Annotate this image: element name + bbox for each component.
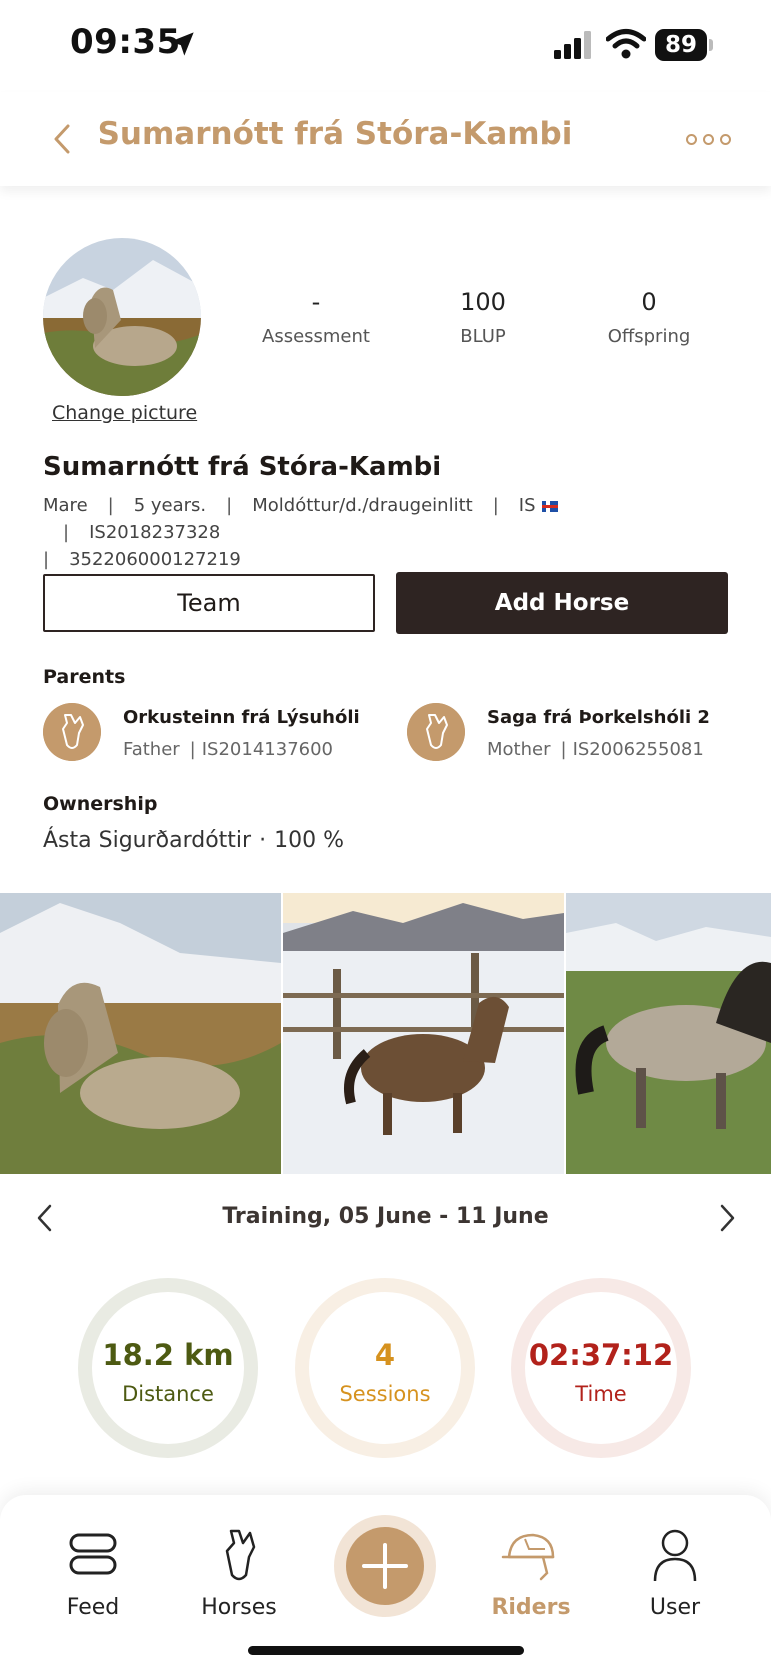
distance-label: Distance bbox=[122, 1382, 214, 1406]
horse-head-icon bbox=[407, 703, 465, 761]
horse-age: 5 years. bbox=[133, 495, 207, 516]
riding-helmet-icon bbox=[501, 1533, 555, 1581]
stat-value: 100 bbox=[460, 288, 506, 316]
stat-label: BLUP bbox=[460, 326, 506, 347]
tab-riders[interactable]: Riders bbox=[476, 1525, 586, 1625]
horse-details: Mare | 5 years. | Moldóttur/d./draugeinlitt |… bbox=[43, 492, 733, 573]
horse-head-icon bbox=[43, 703, 101, 761]
horse-head-icon bbox=[225, 1529, 256, 1581]
add-button-core bbox=[346, 1527, 424, 1605]
separator: | bbox=[189, 739, 196, 760]
tab-horses[interactable]: Horses bbox=[184, 1525, 294, 1625]
add-horse-button[interactable]: Add Horse bbox=[396, 572, 728, 634]
mother-role: Mother bbox=[487, 739, 551, 760]
ownership-entry: Ásta Sigurðardóttir · 100 % bbox=[43, 828, 344, 853]
stat-label: Assessment bbox=[262, 326, 370, 347]
horse-country: IS bbox=[518, 495, 536, 516]
distance-value: 18.2 km bbox=[102, 1338, 234, 1372]
separator: | bbox=[43, 549, 50, 570]
time-ring: 02:37:12 Time bbox=[511, 1278, 691, 1458]
horse-microchip: 352206000127219 bbox=[69, 549, 241, 570]
horse-avatar[interactable] bbox=[43, 238, 201, 396]
photo-gallery[interactable] bbox=[0, 893, 771, 1174]
add-button[interactable] bbox=[334, 1515, 436, 1617]
stat-assessment: - Assessment bbox=[236, 288, 396, 347]
bottom-tab-bar: Feed Horses Riders User bbox=[0, 1495, 771, 1667]
status-bar: 09:35 89 bbox=[0, 0, 771, 92]
father-role: Father bbox=[123, 739, 180, 760]
horse-avatar-image bbox=[43, 238, 201, 396]
more-dot-icon bbox=[686, 134, 697, 145]
tab-user[interactable]: User bbox=[620, 1525, 730, 1625]
status-time: 09:35 bbox=[70, 22, 181, 62]
ownership-heading: Ownership bbox=[43, 793, 158, 815]
tab-label: Feed bbox=[66, 1595, 120, 1620]
separator: | bbox=[492, 495, 499, 516]
location-arrow-icon bbox=[170, 32, 194, 56]
parents-heading: Parents bbox=[43, 666, 126, 688]
battery-nub bbox=[709, 39, 713, 51]
next-week-chevron-icon[interactable] bbox=[712, 1200, 742, 1236]
stat-offspring: 0 Offspring bbox=[569, 288, 729, 347]
iceland-flag-icon bbox=[541, 500, 558, 512]
cellular-signal-icon bbox=[554, 31, 591, 59]
tab-label: Horses bbox=[201, 1595, 277, 1620]
sessions-ring: 4 Sessions bbox=[295, 1278, 475, 1458]
horse-sex: Mare bbox=[43, 495, 88, 516]
battery-indicator: 89 bbox=[655, 29, 713, 61]
horse-color: Moldóttur/d./draugeinlitt bbox=[252, 495, 473, 516]
gallery-photo-image bbox=[283, 893, 564, 1174]
battery-level: 89 bbox=[655, 29, 707, 61]
horse-feif-id: IS2018237328 bbox=[89, 522, 221, 543]
more-options-button[interactable] bbox=[680, 122, 736, 156]
plus-icon bbox=[362, 1543, 408, 1589]
mother-id: IS2006255081 bbox=[572, 739, 704, 760]
owner-share: 100 % bbox=[274, 828, 344, 853]
sessions-label: Sessions bbox=[339, 1382, 431, 1406]
user-icon bbox=[653, 1529, 697, 1582]
separator: | bbox=[226, 495, 233, 516]
father-details: Father | IS2014137600 bbox=[123, 739, 333, 760]
distance-ring: 18.2 km Distance bbox=[78, 1278, 258, 1458]
gallery-photo[interactable] bbox=[283, 893, 564, 1174]
tab-feed[interactable]: Feed bbox=[38, 1525, 148, 1625]
time-value: 02:37:12 bbox=[528, 1338, 674, 1372]
more-dot-icon bbox=[703, 134, 714, 145]
sessions-value: 4 bbox=[374, 1338, 396, 1372]
stat-value: - bbox=[311, 288, 321, 316]
father-id: IS2014137600 bbox=[201, 739, 334, 760]
owner-name: Ásta Sigurðardóttir bbox=[43, 828, 252, 853]
gallery-photo[interactable] bbox=[566, 893, 771, 1174]
more-dot-icon bbox=[720, 134, 731, 145]
horse-name: Sumarnótt frá Stóra-Kambi bbox=[43, 452, 442, 482]
gallery-photo[interactable] bbox=[0, 893, 281, 1174]
stat-label: Offspring bbox=[607, 326, 691, 347]
change-picture-link[interactable]: Change picture bbox=[52, 402, 197, 424]
father-name: Orkusteinn frá Lýsuhóli bbox=[123, 707, 360, 728]
tab-label: User bbox=[649, 1595, 701, 1620]
wifi-icon bbox=[606, 29, 646, 59]
stat-value: 0 bbox=[641, 288, 657, 316]
gallery-photo-image bbox=[566, 893, 771, 1174]
gallery-photo-image bbox=[0, 893, 281, 1174]
separator-dot: · bbox=[259, 828, 267, 853]
separator: | bbox=[63, 522, 70, 543]
training-period-title: Training, 05 June - 11 June bbox=[222, 1204, 549, 1229]
separator: | bbox=[560, 739, 567, 760]
feed-icon bbox=[69, 1533, 117, 1575]
time-label: Time bbox=[575, 1382, 627, 1406]
nav-bar: Sumarnótt frá Stóra-Kambi bbox=[0, 92, 771, 186]
tab-label: Riders bbox=[491, 1595, 571, 1620]
team-button[interactable]: Team bbox=[43, 574, 375, 632]
stat-blup: 100 BLUP bbox=[403, 288, 563, 347]
mother-details: Mother | IS2006255081 bbox=[487, 739, 704, 760]
mother-name: Saga frá Þorkelshóli 2 bbox=[487, 707, 710, 728]
home-indicator bbox=[248, 1646, 524, 1655]
father-item[interactable]: Orkusteinn frá Lýsuhóli Father | IS2014137… bbox=[43, 703, 363, 763]
separator: | bbox=[107, 495, 114, 516]
mother-item[interactable]: Saga frá Þorkelshóli 2 Mother | IS20062550… bbox=[407, 703, 737, 763]
page-title: Sumarnótt frá Stóra-Kambi bbox=[97, 116, 573, 152]
